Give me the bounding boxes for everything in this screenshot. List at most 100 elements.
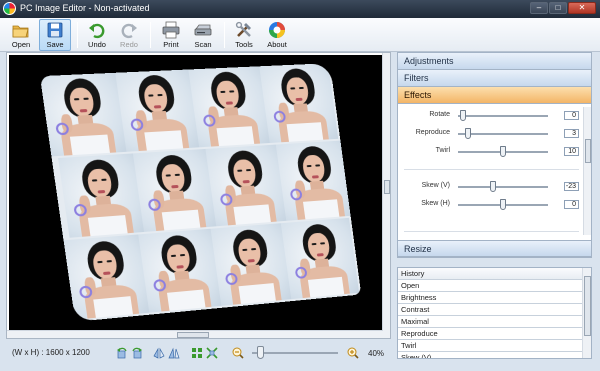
effect-value-field[interactable]: 10: [564, 147, 579, 156]
effects-divider: [404, 231, 579, 232]
history-item[interactable]: Maximal: [398, 316, 582, 328]
tab-adjustments[interactable]: Adjustments: [398, 53, 591, 70]
redo-button[interactable]: Redo: [114, 19, 144, 51]
effect-slider-thumb[interactable]: [459, 110, 466, 121]
effect-value-field[interactable]: 0: [564, 200, 579, 209]
effect-slider-thumb[interactable]: [500, 199, 506, 210]
portrait-tile: [58, 153, 145, 238]
tools-panel: Adjustments Filters Effects Rotate 0 Repro…: [397, 52, 592, 258]
history-scrollbar[interactable]: [582, 268, 591, 358]
rotate-right-icon[interactable]: [131, 347, 143, 359]
effect-slider-thumb[interactable]: [464, 128, 471, 139]
portrait-eye1: [311, 242, 317, 246]
minimize-button[interactable]: ‒: [530, 2, 548, 14]
portrait-lips: [102, 271, 111, 276]
effect-value-field[interactable]: -23: [564, 182, 579, 191]
actual-size-icon[interactable]: [206, 347, 218, 359]
portrait-tile: [132, 148, 217, 232]
portrait-dress: [69, 134, 110, 156]
effects-controls: Rotate 0 Reproduce 3 Twirl 10 Skew (V) -23 Skew …: [398, 105, 591, 238]
effect-label: Twirl: [435, 147, 450, 154]
portrait-lips: [247, 259, 255, 263]
effect-slider-thumb[interactable]: [500, 146, 506, 157]
zoom-in-icon[interactable]: [347, 347, 359, 359]
effect-slider-track[interactable]: [458, 115, 548, 117]
effect-slider-ticks: [458, 194, 548, 196]
tools-label: Tools: [235, 40, 253, 49]
flip-horizontal-icon[interactable]: [153, 347, 165, 359]
portrait-tile: [275, 140, 355, 221]
portrait-eye2: [298, 86, 304, 90]
tab-effects[interactable]: Effects: [398, 87, 591, 104]
effect-slider-ticks: [458, 141, 548, 143]
undo-button[interactable]: Undo: [82, 19, 112, 51]
history-item[interactable]: Skew (V): [398, 352, 582, 358]
effect-slider-track[interactable]: [458, 186, 548, 188]
portrait-eye2: [179, 253, 186, 257]
zoom-out-icon[interactable]: [232, 347, 244, 359]
toolbar-separator: [224, 22, 225, 48]
portrait-lips: [295, 97, 303, 102]
zoom-slider-thumb[interactable]: [256, 346, 264, 359]
portrait-lips: [171, 184, 179, 189]
effect-slider-thumb[interactable]: [489, 181, 496, 192]
scan-label: Scan: [194, 40, 212, 49]
maximize-button[interactable]: □: [549, 2, 567, 14]
image-canvas[interactable]: [9, 55, 382, 330]
effect-slider-ticks: [458, 212, 548, 214]
portrait-eye1: [242, 248, 248, 252]
title-bar: PC Image Editor - Non-activated ‒ □ ✕: [0, 0, 600, 18]
about-button[interactable]: About: [262, 19, 292, 51]
portrait-tile: [188, 66, 270, 148]
portrait-eye1: [220, 90, 226, 94]
effects-scroll-thumb[interactable]: [585, 139, 591, 163]
window-controls: ‒ □ ✕: [530, 2, 596, 14]
open-button[interactable]: Open: [6, 19, 36, 51]
history-item[interactable]: Twirl: [398, 340, 582, 352]
tools-button[interactable]: Tools: [229, 19, 259, 51]
history-item[interactable]: Open: [398, 280, 582, 292]
rotate-left-icon[interactable]: [116, 347, 128, 359]
portrait-eye1: [73, 98, 80, 101]
history-scroll-thumb[interactable]: [584, 276, 591, 336]
portrait-dress: [166, 289, 206, 311]
canvas-horizontal-scrollbar[interactable]: [7, 330, 383, 338]
portrait-dress: [302, 199, 340, 220]
zoom-slider-track[interactable]: [252, 352, 338, 354]
effect-slider-track[interactable]: [458, 133, 548, 135]
canvas-vertical-scrollbar[interactable]: [382, 53, 390, 338]
save-button[interactable]: Save: [39, 19, 71, 51]
toolbar-separator: [150, 22, 151, 48]
horizontal-scroll-thumb[interactable]: [177, 332, 209, 338]
image-dimensions: (W x H) : 1600 x 1200: [12, 348, 90, 357]
redo-icon: [121, 23, 137, 39]
image-canvas-frame: [6, 52, 391, 339]
history-item[interactable]: Brightness: [398, 292, 582, 304]
portrait-eye1: [170, 254, 177, 258]
effect-value-field[interactable]: 0: [564, 111, 579, 120]
history-item[interactable]: Contrast: [398, 304, 582, 316]
toolbar: Open Save Undo Redo Print Scan Tools Abo…: [0, 18, 600, 52]
tab-filters[interactable]: Filters: [398, 70, 591, 87]
print-button[interactable]: Print: [156, 19, 186, 51]
history-list: History Open Brightness Contrast Maximal Repr…: [397, 267, 592, 359]
close-button[interactable]: ✕: [568, 2, 596, 14]
portrait-eye1: [306, 164, 312, 168]
fit-to-window-icon[interactable]: [191, 347, 203, 359]
portrait-dress: [161, 209, 201, 231]
scan-button[interactable]: Scan: [188, 19, 218, 51]
portrait-tile: [39, 72, 127, 157]
about-label: About: [267, 40, 287, 49]
effect-value-field[interactable]: 3: [564, 129, 579, 138]
save-label: Save: [46, 40, 64, 49]
portrait-lips: [153, 105, 162, 109]
portrait-lips: [316, 253, 324, 257]
vertical-scroll-thumb[interactable]: [384, 180, 390, 194]
effect-label: Skew (V): [421, 182, 450, 189]
portrait-lips: [97, 189, 106, 194]
effects-scrollbar[interactable]: [583, 107, 591, 235]
history-item[interactable]: Reproduce: [398, 328, 582, 340]
portrait-eye1: [91, 179, 98, 182]
tab-resize[interactable]: Resize: [398, 240, 591, 257]
flip-vertical-icon[interactable]: [168, 347, 180, 359]
